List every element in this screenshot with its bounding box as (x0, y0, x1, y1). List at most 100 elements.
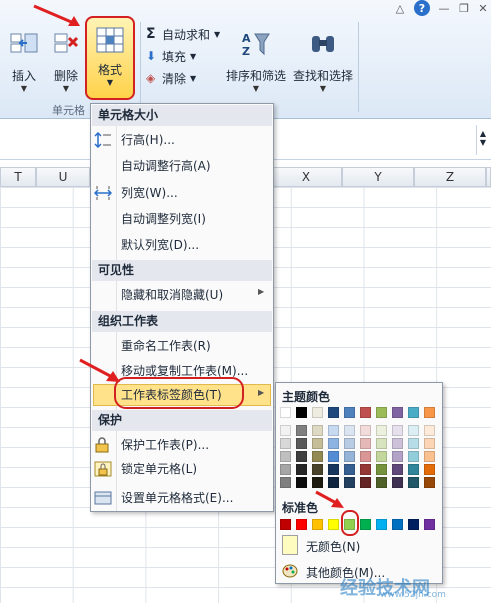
color-swatch[interactable] (328, 407, 339, 418)
color-swatch[interactable] (328, 425, 339, 436)
column-header[interactable]: X (270, 167, 342, 187)
menu-item-rename-sheet[interactable]: 重命名工作表(R) (121, 336, 211, 356)
window-restore-icon[interactable]: ❐ (456, 0, 472, 16)
color-swatch[interactable] (280, 451, 291, 462)
color-swatch[interactable] (312, 519, 323, 530)
color-swatch[interactable] (360, 425, 371, 436)
color-swatch[interactable] (392, 438, 403, 449)
delete-button[interactable]: 删除 ▼ (46, 30, 86, 100)
color-swatch[interactable] (296, 464, 307, 475)
color-swatch[interactable] (328, 464, 339, 475)
color-swatch[interactable] (424, 451, 435, 462)
color-swatch[interactable] (344, 464, 355, 475)
color-swatch[interactable] (312, 407, 323, 418)
column-header[interactable]: U (36, 167, 90, 187)
column-header[interactable]: T (0, 167, 36, 187)
color-swatch[interactable] (312, 425, 323, 436)
column-header[interactable]: Z (414, 167, 486, 187)
window-minimize-icon[interactable]: — (436, 0, 452, 16)
menu-item-protect-sheet[interactable]: 保护工作表(P)... (121, 435, 209, 455)
color-swatch[interactable] (280, 438, 291, 449)
color-swatch[interactable] (392, 464, 403, 475)
color-swatch[interactable] (424, 519, 435, 530)
color-swatch[interactable] (376, 425, 387, 436)
insert-button[interactable]: 插入 ▼ (4, 30, 44, 100)
color-swatch[interactable] (280, 477, 291, 488)
menu-item-row-height[interactable]: 行高(H)... (121, 130, 175, 150)
find-select-button[interactable]: 查找和选择 ▼ (290, 30, 356, 100)
window-close-icon[interactable]: ✕ (476, 0, 490, 16)
menu-item-format-cells[interactable]: 设置单元格格式(E)... (121, 488, 233, 508)
color-swatch[interactable] (392, 425, 403, 436)
color-swatch[interactable] (328, 477, 339, 488)
fill-button[interactable]: ⬇ 填充 ▼ (146, 48, 196, 64)
color-swatch[interactable] (328, 438, 339, 449)
color-swatch[interactable] (344, 451, 355, 462)
color-swatch[interactable] (280, 407, 291, 418)
autosum-button[interactable]: Σ 自动求和 ▼ (146, 26, 220, 42)
column-header[interactable]: Y (342, 167, 414, 187)
menu-item-default-width[interactable]: 默认列宽(D)... (121, 235, 199, 255)
color-swatch[interactable] (280, 425, 291, 436)
color-swatch[interactable] (296, 438, 307, 449)
color-swatch[interactable] (392, 451, 403, 462)
sort-filter-button[interactable]: A Z 排序和筛选 ▼ (222, 30, 290, 100)
color-swatch[interactable] (392, 477, 403, 488)
color-swatch[interactable] (344, 407, 355, 418)
color-swatch[interactable] (376, 451, 387, 462)
color-swatch[interactable] (328, 519, 339, 530)
menu-item-no-color[interactable]: 无颜色(N) (306, 538, 360, 555)
color-swatch[interactable] (424, 477, 435, 488)
color-swatch[interactable] (312, 438, 323, 449)
color-swatch[interactable] (312, 464, 323, 475)
color-swatch[interactable] (344, 477, 355, 488)
help-icon[interactable]: ? (414, 0, 430, 16)
color-swatch[interactable] (424, 464, 435, 475)
menu-item-lock-cell[interactable]: 锁定单元格(L) (121, 459, 197, 479)
color-swatch[interactable] (376, 438, 387, 449)
menu-item-hide-unhide[interactable]: 隐藏和取消隐藏(U) (121, 285, 223, 305)
color-swatch[interactable] (296, 451, 307, 462)
color-swatch[interactable] (376, 477, 387, 488)
color-swatch[interactable] (424, 425, 435, 436)
color-swatch[interactable] (408, 438, 419, 449)
menu-item-autofit-column[interactable]: 自动调整列宽(I) (121, 209, 206, 229)
clear-button[interactable]: ◈ 清除 ▼ (146, 70, 196, 86)
color-swatch[interactable] (376, 464, 387, 475)
color-swatch[interactable] (408, 477, 419, 488)
formula-expand-icon[interactable]: ▲ ▼ (476, 125, 489, 155)
color-swatch[interactable] (424, 407, 435, 418)
color-swatch[interactable] (296, 477, 307, 488)
color-swatch[interactable] (296, 407, 307, 418)
color-swatch[interactable] (328, 451, 339, 462)
menu-item-column-width[interactable]: 列宽(W)... (121, 183, 178, 203)
color-swatch[interactable] (408, 519, 419, 530)
color-swatch[interactable] (408, 407, 419, 418)
color-swatch[interactable] (424, 438, 435, 449)
format-button[interactable]: 格式 ▼ (85, 16, 135, 100)
color-swatch[interactable] (296, 519, 307, 530)
color-swatch[interactable] (280, 519, 291, 530)
menu-item-autofit-row[interactable]: 自动调整行高(A) (121, 156, 211, 176)
color-swatch[interactable] (360, 407, 371, 418)
ribbon-minimize-icon[interactable]: △ (392, 0, 408, 16)
color-swatch[interactable] (408, 451, 419, 462)
color-swatch[interactable] (344, 425, 355, 436)
color-swatch[interactable] (296, 425, 307, 436)
color-swatch[interactable] (312, 451, 323, 462)
color-swatch[interactable] (376, 519, 387, 530)
color-swatch[interactable] (360, 477, 371, 488)
color-swatch[interactable] (408, 425, 419, 436)
color-swatch[interactable] (360, 464, 371, 475)
autosum-label: 自动求和 (162, 27, 211, 42)
color-swatch[interactable] (376, 407, 387, 418)
color-swatch[interactable] (392, 407, 403, 418)
color-swatch[interactable] (344, 438, 355, 449)
color-swatch[interactable] (408, 464, 419, 475)
color-swatch[interactable] (312, 477, 323, 488)
color-swatch[interactable] (392, 519, 403, 530)
color-swatch[interactable] (360, 451, 371, 462)
color-swatch[interactable] (360, 438, 371, 449)
color-swatch[interactable] (360, 519, 371, 530)
color-swatch[interactable] (280, 464, 291, 475)
